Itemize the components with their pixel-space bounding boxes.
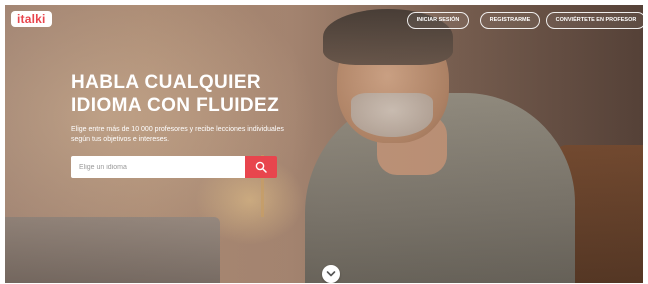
become-teacher-button[interactable]: CONVIÉRTETE EN PROFESOR [546, 12, 643, 29]
hero-subtitle-line2: según tus objetivos e intereses. [71, 136, 170, 143]
language-search-input[interactable] [71, 156, 245, 178]
hero-section: italki INICIAR SESIÓN REGISTRARME CONVIÉ… [5, 5, 643, 283]
register-button[interactable]: REGISTRARME [480, 12, 540, 29]
search-icon [255, 161, 267, 173]
chevron-down-icon [326, 271, 336, 277]
hero-subtitle-line1: Elige entre más de 10 000 profesores y r… [71, 126, 284, 133]
hero-headline-line2: IDIOMA CON FLUIDEZ [71, 95, 280, 116]
hero-headline: HABLA CUALQUIER IDIOMA CON FLUIDEZ [71, 71, 331, 117]
scroll-down-button[interactable] [322, 265, 340, 283]
language-search [71, 156, 277, 178]
hero-headline-line1: HABLA CUALQUIER [71, 72, 262, 93]
search-button[interactable] [245, 156, 277, 178]
italki-logo[interactable]: italki [11, 11, 52, 27]
hero-subtitle: Elige entre más de 10 000 profesores y r… [71, 125, 331, 145]
login-button[interactable]: INICIAR SESIÓN [407, 12, 469, 29]
